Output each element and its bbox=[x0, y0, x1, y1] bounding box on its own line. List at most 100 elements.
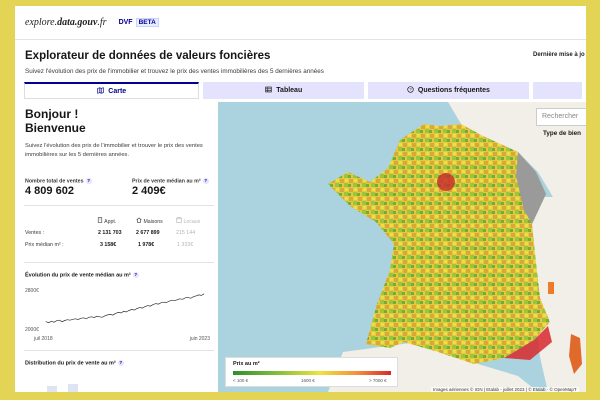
legend-gradient bbox=[233, 371, 391, 375]
data-point bbox=[155, 303, 157, 304]
median-price-label: Prix de vente médian au m²? bbox=[132, 178, 209, 184]
ventes-locaux: 215 144 bbox=[176, 230, 196, 236]
tab-tableau[interactable]: Tableau bbox=[203, 82, 365, 99]
data-point bbox=[142, 307, 143, 309]
data-point bbox=[131, 309, 132, 310]
page-title: Explorateur de données de valeurs fonciè… bbox=[25, 50, 271, 62]
col-maisons-label: Maisons bbox=[143, 219, 163, 225]
map-legend: Prix au m² < 100 € 1600 € > 7000 € bbox=[225, 357, 398, 387]
ventes-appt: 2 131 703 bbox=[98, 230, 122, 236]
brand-bold: data.gouv bbox=[57, 17, 98, 28]
data-point bbox=[69, 319, 71, 321]
brand-light: explore. bbox=[25, 17, 58, 28]
data-point bbox=[160, 302, 162, 303]
data-point bbox=[136, 308, 138, 309]
property-type-label: Type de bien bbox=[543, 130, 582, 137]
help-icon[interactable]: ? bbox=[117, 360, 124, 366]
y-tick-label: 2000€ bbox=[25, 327, 39, 333]
help-icon[interactable]: ? bbox=[202, 178, 209, 184]
data-point bbox=[104, 315, 106, 317]
data-point bbox=[51, 320, 52, 322]
prix-locaux: 1 333€ bbox=[177, 242, 194, 248]
col-locaux-label: Locaux bbox=[183, 219, 201, 225]
data-point bbox=[64, 320, 66, 321]
tab-questions-label: Questions fréquentes bbox=[417, 87, 490, 94]
price-map[interactable]: Rechercher Type de bien Prix au m² < 100… bbox=[218, 102, 586, 392]
data-point bbox=[184, 297, 186, 299]
distribution-bar bbox=[68, 384, 78, 392]
data-point bbox=[75, 318, 76, 320]
evolution-title: Évolution du prix de vente médian au m²? bbox=[25, 272, 139, 278]
y-tick-label: 2800€ bbox=[25, 288, 39, 294]
data-point bbox=[77, 319, 79, 320]
data-point bbox=[96, 316, 98, 317]
summary-panel: Bonjour ! Bienvenue Suivez l'évolution d… bbox=[24, 102, 217, 392]
tab-carte[interactable]: Carte bbox=[24, 82, 200, 99]
data-point bbox=[179, 298, 181, 300]
data-point bbox=[120, 312, 122, 314]
distribution-title-text: Distribution du prix de vente au m² bbox=[25, 360, 116, 367]
divider bbox=[24, 205, 214, 206]
data-point bbox=[195, 295, 197, 297]
data-point bbox=[53, 321, 55, 323]
legend-min: < 100 € bbox=[233, 378, 249, 383]
series-line bbox=[45, 293, 205, 324]
question-icon: ? bbox=[407, 86, 414, 95]
data-point bbox=[144, 306, 146, 307]
building-icon bbox=[97, 217, 103, 223]
data-point bbox=[48, 322, 49, 323]
data-point bbox=[107, 314, 108, 316]
data-point bbox=[152, 304, 154, 305]
divider bbox=[24, 350, 214, 351]
col-locaux: Locaux bbox=[176, 217, 200, 225]
data-point bbox=[182, 298, 183, 300]
paris-hotspot bbox=[437, 173, 455, 191]
data-point bbox=[99, 316, 100, 318]
prix-appt: 3 158€ bbox=[100, 242, 117, 248]
ventes-maisons: 2 677 899 bbox=[136, 230, 160, 236]
data-point bbox=[171, 299, 173, 301]
prix-maisons: 1 978€ bbox=[138, 242, 155, 248]
help-icon[interactable]: ? bbox=[85, 178, 92, 184]
data-point bbox=[59, 319, 60, 321]
help-icon[interactable]: ? bbox=[132, 272, 139, 278]
data-point bbox=[198, 294, 199, 296]
data-point bbox=[168, 300, 170, 302]
shop-icon bbox=[176, 217, 182, 223]
tab-extra[interactable] bbox=[532, 82, 583, 99]
svg-text:?: ? bbox=[409, 87, 412, 92]
header: explore.data.gouv.fr DVF BETA bbox=[15, 6, 586, 40]
data-point bbox=[93, 317, 95, 318]
greeting-line-1: Bonjour ! bbox=[25, 107, 79, 121]
data-point bbox=[118, 312, 119, 313]
data-point bbox=[150, 305, 151, 307]
map-attribution: Images aériennes © IGN | Etalab - juille… bbox=[431, 387, 579, 392]
data-point bbox=[166, 302, 167, 303]
app-window: explore.data.gouv.fr DVF BETA Explorateu… bbox=[15, 6, 586, 392]
total-sales-value: 4 809 602 bbox=[25, 185, 74, 197]
france-map[interactable] bbox=[328, 124, 550, 364]
data-point bbox=[158, 303, 159, 305]
data-point bbox=[115, 313, 116, 314]
evolution-title-text: Évolution du prix de vente médian au m² bbox=[25, 272, 131, 279]
tab-bar: Carte Tableau ? Questions fréquentes bbox=[24, 82, 586, 99]
data-point bbox=[56, 320, 58, 322]
col-appartements: Appt. bbox=[97, 217, 116, 225]
data-point bbox=[203, 293, 205, 295]
tab-tableau-label: Tableau bbox=[276, 87, 303, 94]
dvf-label: DVF bbox=[118, 19, 133, 26]
site-logo[interactable]: explore.data.gouv.fr bbox=[25, 17, 107, 28]
legend-title: Prix au m² bbox=[233, 361, 260, 367]
map-canvas[interactable] bbox=[218, 102, 586, 392]
col-maisons: Maisons bbox=[136, 217, 163, 225]
data-point bbox=[83, 317, 84, 319]
median-price-label-text: Prix de vente médian au m² bbox=[132, 178, 201, 185]
tab-questions[interactable]: ? Questions fréquentes bbox=[368, 82, 529, 99]
data-point bbox=[123, 311, 124, 312]
row-prix-label: Prix médian m² : bbox=[25, 242, 64, 248]
search-input[interactable]: Rechercher bbox=[536, 108, 586, 126]
data-point bbox=[80, 317, 82, 319]
map-icon bbox=[97, 86, 104, 96]
data-point bbox=[174, 300, 175, 302]
brand-suffix: .fr bbox=[97, 17, 107, 28]
